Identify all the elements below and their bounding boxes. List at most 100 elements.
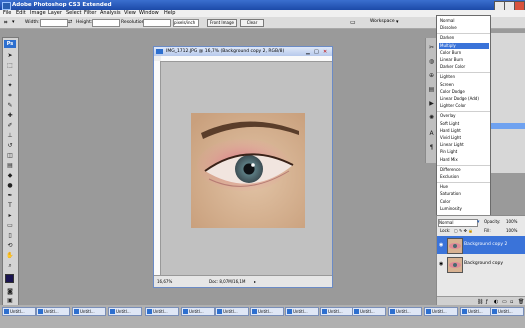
eye-visibility-icon[interactable]: ◉ [439,261,445,267]
screen-mode-icon[interactable]: ▣ [6,297,14,304]
blend-mode-option[interactable]: Color Burn [439,50,489,56]
clone-source-icon[interactable]: ⊕ [428,72,435,79]
fill-value[interactable]: 100% [506,228,517,234]
minimized-document-item[interactable]: Untitl... [72,307,106,316]
tool-preset-dropdown-icon[interactable]: ▾ [12,19,15,25]
height-field[interactable] [92,19,120,27]
blend-mode-option[interactable]: Screen [439,82,489,88]
foreground-color-swatch[interactable] [5,274,14,283]
brush-tool-icon[interactable]: ✐ [6,122,14,129]
crop-tool-icon[interactable]: ⌗ [6,92,14,99]
gradient-tool-icon[interactable]: ▤ [6,162,14,169]
blend-mode-option[interactable]: Normal [439,18,489,24]
blend-mode-option[interactable]: Linear Burn [439,57,489,63]
lasso-tool-icon[interactable]: ∽ [6,72,14,79]
minimized-document-item[interactable]: Untitl... [181,307,215,316]
lock-icons[interactable]: ▢ ✎ ✥ 🔒 [454,228,473,233]
blend-mode-option[interactable]: Darker Color [439,64,489,70]
workspace-dropdown-icon[interactable]: ▾ [396,19,399,25]
shape-tool-icon[interactable]: ▭ [6,222,14,229]
zoom-tool-icon[interactable]: ⌕ [6,262,14,269]
dodge-tool-icon[interactable]: ● [6,182,14,189]
menu-view[interactable]: View [124,10,136,17]
clone-stamp-tool-icon[interactable]: ⊥ [6,132,14,139]
minimized-document-item[interactable]: Untitl... [36,307,70,316]
menu-edit[interactable]: Edit [16,10,26,17]
front-image-button[interactable]: Front Image [207,19,237,27]
minimized-document-item[interactable]: Untitl... [490,307,524,316]
minimized-document-item[interactable]: Untitl... [285,307,319,316]
zoom-value[interactable]: 16,67% [157,276,172,287]
menu-select[interactable]: Select [66,10,81,17]
type-tool-icon[interactable]: T [6,202,14,209]
blend-mode-select[interactable]: Normal [438,219,478,227]
menu-layer[interactable]: Layer [48,10,62,17]
marquee-tool-icon[interactable]: ⬚ [6,62,14,69]
blur-tool-icon[interactable]: ◆ [6,172,14,179]
move-tool-icon[interactable]: ➤ [6,52,14,59]
eraser-tool-icon[interactable]: ◫ [6,152,14,159]
path-selection-tool-icon[interactable]: ▸ [6,212,14,219]
layer-row[interactable]: ◉ Background copy 2 [437,236,525,254]
blend-mode-option[interactable]: Difference [439,167,489,173]
menu-window[interactable]: Window [139,10,159,17]
resolution-unit-select[interactable]: pixels/inch [173,19,199,27]
width-field[interactable] [40,19,68,27]
minimized-document-item[interactable]: Untitl... [215,307,249,316]
crop-tool-icon[interactable]: ⌗ [4,19,7,27]
minimized-document-item[interactable]: Untitl... [145,307,179,316]
blend-mode-option[interactable]: Luminosity [439,206,489,212]
minimized-document-item[interactable]: Untitl... [460,307,494,316]
blend-mode-option[interactable]: Saturation [439,191,489,197]
workspace-button[interactable]: Workspace [370,19,395,25]
blend-mode-option[interactable]: Hard Light [439,128,489,134]
minimized-document-item[interactable]: Untitl... [352,307,386,316]
magic-wand-tool-icon[interactable]: ✦ [6,82,14,89]
quick-mask-icon[interactable]: ◙ [6,288,14,295]
clear-button[interactable]: Clear [240,19,264,27]
layer-row[interactable]: ◉ Background copy [437,255,525,273]
3d-rotate-tool-icon[interactable]: ⟲ [6,242,14,249]
document-title-bar[interactable]: IMG_1712.JPG @ 16,7% (Background copy 2,… [154,47,332,56]
blend-mode-option[interactable]: Pin Light [439,149,489,155]
blend-mode-option[interactable]: Linear Light [439,142,489,148]
blend-mode-option[interactable]: Multiply [439,42,489,49]
hand-tool-icon[interactable]: ✋ [6,252,14,259]
pen-tool-icon[interactable]: ✒ [6,192,14,199]
palette-well-icon[interactable]: ▭ [350,19,356,26]
blend-mode-option[interactable]: Lighter Color [439,103,489,109]
brush-panel-icon[interactable]: ◍ [428,58,435,65]
blend-mode-option[interactable]: Color Dodge [439,89,489,95]
status-menu-icon[interactable]: ▸ [254,276,256,287]
minimized-document-item[interactable]: Untitl... [250,307,284,316]
actions-panel-icon[interactable]: ▶ [428,100,435,107]
swap-icon[interactable]: ⇄ [68,19,72,25]
paragraph-panel-icon[interactable]: ¶ [428,144,435,151]
blend-mode-dropdown-icon[interactable]: ▾ [477,219,480,225]
healing-brush-tool-icon[interactable]: ✚ [6,112,14,119]
eye-visibility-icon[interactable]: ◉ [439,242,445,248]
tools-panel-icon[interactable]: ✂ [428,44,435,51]
blend-mode-option[interactable]: Soft Light [439,121,489,127]
blend-mode-option[interactable]: Hard Mix [439,157,489,163]
blend-mode-option[interactable]: Exclusion [439,174,489,180]
character-panel-icon[interactable]: A [428,130,435,137]
opacity-value[interactable]: 100% [506,219,517,225]
menu-file[interactable]: File [3,10,11,17]
menu-image[interactable]: Image [30,10,46,17]
eyedropper-tool-icon[interactable]: ✎ [6,102,14,109]
menu-filter[interactable]: Filter [84,10,96,17]
minimized-document-item[interactable]: Untitl... [388,307,422,316]
resolution-field[interactable] [143,19,171,27]
minimized-document-item[interactable]: Untitl... [108,307,142,316]
blend-mode-option[interactable]: Overlay [439,113,489,119]
blend-mode-option[interactable]: Dissolve [439,25,489,31]
blend-mode-option[interactable]: Color [439,199,489,205]
menu-help[interactable]: Help [164,10,175,17]
blend-mode-option[interactable]: Vivid Light [439,135,489,141]
minimized-document-item[interactable]: Untitl... [320,307,354,316]
blend-mode-option[interactable]: Lighten [439,74,489,80]
blend-mode-option[interactable]: Darken [439,35,489,41]
blend-mode-option[interactable]: Linear Dodge (Add) [439,96,489,102]
settings-panel-icon[interactable]: ✺ [428,114,435,121]
